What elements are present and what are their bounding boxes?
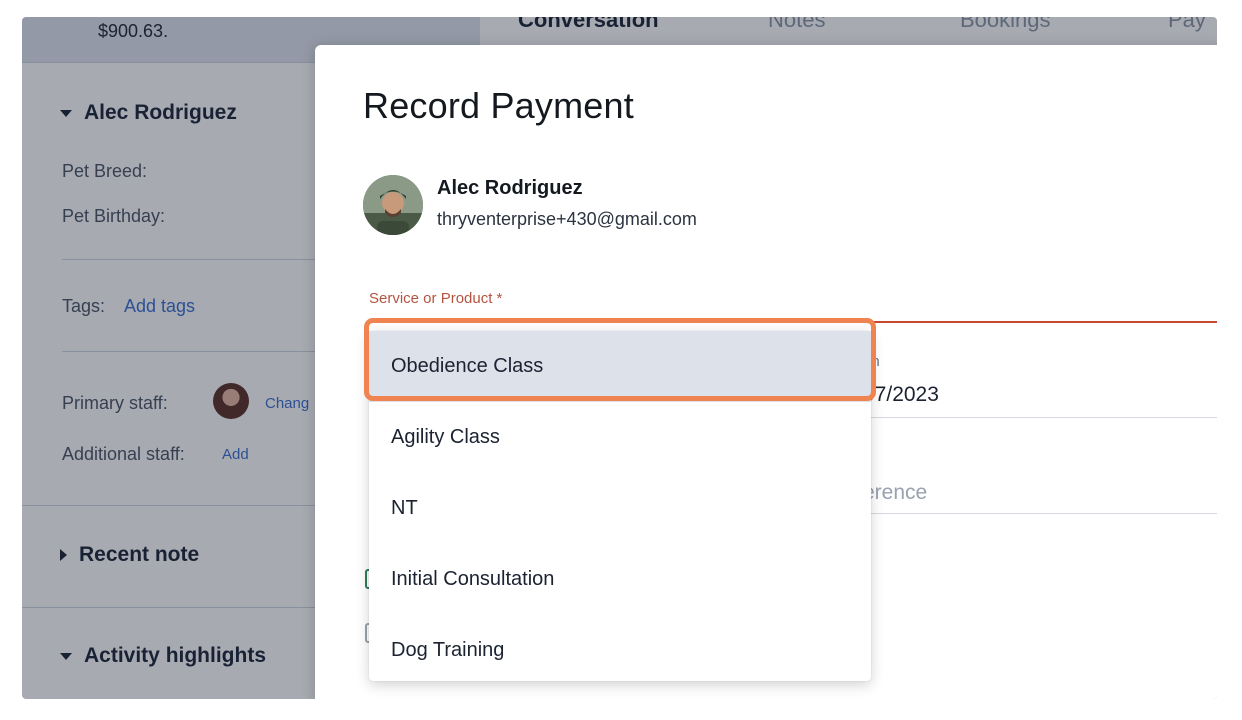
- service-or-product-field[interactable]: [367, 321, 1217, 323]
- customer-email: thryventerprise+430@gmail.com: [437, 209, 697, 229]
- customer-avatar: [363, 175, 423, 235]
- customer-name: Alec Rodriguez: [437, 177, 583, 199]
- dropdown-option-nt[interactable]: NT: [369, 473, 871, 544]
- dropdown-option-obedience-class[interactable]: Obedience Class: [369, 331, 871, 402]
- dropdown-option-agility-class[interactable]: Agility Class: [369, 402, 871, 473]
- modal-title: Record Payment: [363, 85, 634, 126]
- date-field-value[interactable]: 07/2023: [863, 383, 939, 407]
- dropdown-option-initial-consultation[interactable]: Initial Consultation: [369, 544, 871, 615]
- service-or-product-label: Service or Product *: [369, 290, 503, 307]
- dropdown-option-dog-training[interactable]: Dog Training: [369, 615, 871, 686]
- field-underline: [863, 417, 1217, 418]
- app-window: $900.63. Alec Rodriguez Pet Breed: Pet B…: [22, 17, 1217, 699]
- service-dropdown-menu: Obedience Class Agility Class NT Initial…: [369, 331, 871, 681]
- field-underline: [863, 513, 1217, 514]
- reference-field-placeholder[interactable]: erence: [863, 481, 927, 505]
- record-payment-modal: Record Payment Alec Rodriguez thryventer…: [315, 45, 1217, 699]
- customer-photo: [363, 175, 423, 235]
